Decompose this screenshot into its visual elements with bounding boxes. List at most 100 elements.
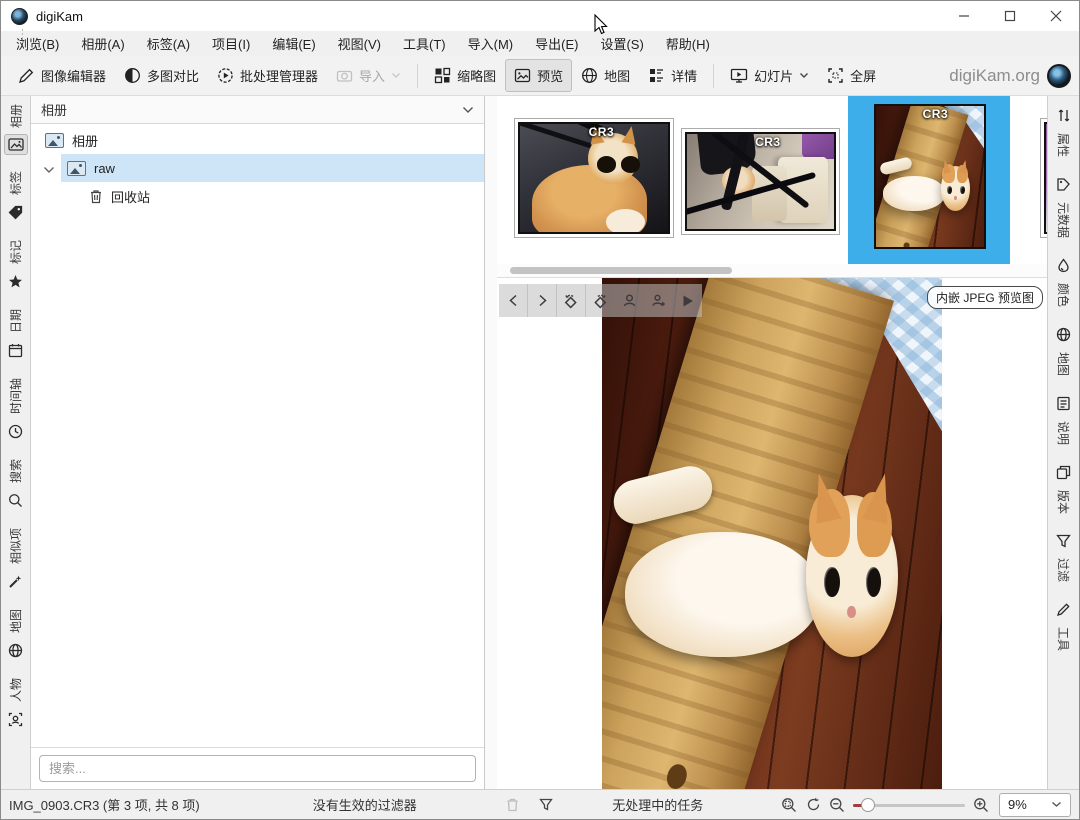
thumbnail-item-1[interactable]: CR3 — [514, 118, 674, 238]
format-badge: CR3 — [755, 135, 781, 149]
details-view-button[interactable]: 详情 — [639, 59, 706, 92]
menu-album[interactable]: 相册(A) — [70, 31, 135, 56]
minimize-button[interactable] — [941, 1, 987, 31]
slideshow-label: 幻灯片 — [754, 66, 793, 85]
zoom-slider[interactable] — [853, 798, 965, 812]
sidebar-tab-people[interactable]: 人物 — [4, 678, 27, 731]
sidebar-tab-colors[interactable]: 颜色 — [1052, 254, 1075, 307]
menu-tag[interactable]: 标签(A) — [136, 31, 201, 56]
light-table-label: 多图对比 — [147, 66, 199, 85]
menu-tools[interactable]: 工具(T) — [392, 31, 457, 56]
tree-row-trash[interactable]: 回收站 — [31, 182, 484, 210]
filter-funnel-icon[interactable] — [534, 798, 558, 811]
note-icon — [1052, 392, 1075, 415]
tag-icon — [4, 201, 27, 224]
menu-view[interactable]: 视图(V) — [327, 31, 392, 56]
sidebar-tab-label: 版本 — [1055, 490, 1072, 514]
show-face-tags-button[interactable] — [615, 284, 644, 317]
zoom-refresh-button[interactable] — [801, 797, 825, 812]
sidebar-tab-dates[interactable]: 日期 — [4, 309, 27, 362]
toolbar-separator — [713, 64, 714, 88]
slideshow-play-button[interactable] — [673, 284, 702, 317]
menu-edit[interactable]: 编辑(E) — [261, 31, 326, 56]
menu-item[interactable]: 项目(I) — [201, 31, 261, 56]
sidebar-tab-similarity[interactable]: 相似项 — [4, 528, 27, 593]
sidebar-tab-captions[interactable]: 说明 — [1052, 392, 1075, 445]
fullscreen-button[interactable]: 全屏 — [818, 59, 885, 92]
menu-browse[interactable]: 浏览(B) — [5, 31, 70, 56]
zoom-value: 9% — [1008, 797, 1027, 812]
sidebar-tab-label: 标记 — [7, 240, 24, 264]
thumbnail-scrollbar[interactable] — [497, 264, 1047, 277]
details-list-icon — [648, 67, 665, 84]
sidebar-tab-tags[interactable]: 标签 — [4, 171, 27, 224]
statusbar-file-info: IMG_0903.CR3 (第 3 项, 共 8 项) — [9, 795, 200, 814]
brand-text: digiKam.org — [949, 66, 1040, 86]
image-editor-button[interactable]: 图像编辑器 — [9, 59, 115, 92]
wand-icon — [4, 570, 27, 593]
add-face-tag-button[interactable] — [644, 284, 673, 317]
menu-import[interactable]: 导入(M) — [457, 31, 525, 56]
maximize-button[interactable] — [987, 1, 1033, 31]
zoom-percentage-combobox[interactable]: 9% — [999, 793, 1071, 817]
sidebar-tab-label: 属性 — [1055, 133, 1072, 157]
batch-queue-button[interactable]: 批处理管理器 — [208, 59, 327, 92]
rotate-left-button[interactable] — [557, 284, 586, 317]
sidebar-tab-labels[interactable]: 标记 — [4, 240, 27, 293]
people-icon — [4, 708, 27, 731]
thumbnail-item-4-partial[interactable] — [1040, 118, 1047, 238]
panel-splitter[interactable] — [485, 96, 497, 789]
sidebar-tab-metadata[interactable]: 元数据 — [1052, 173, 1075, 238]
image-editor-label: 图像编辑器 — [41, 66, 106, 85]
map-view-button[interactable]: 地图 — [572, 59, 639, 92]
tree-row-albums-root[interactable]: 相册 — [31, 126, 484, 154]
album-search-input[interactable] — [39, 755, 476, 782]
zoom-out-button[interactable] — [825, 797, 849, 813]
menu-export[interactable]: 导出(E) — [524, 31, 589, 56]
right-sidebar-tabbar: 属性 元数据 颜色 地图 说明 版本 — [1047, 96, 1079, 789]
thumbnails-view-button[interactable]: 缩略图 — [425, 59, 505, 92]
sidebar-tab-tools[interactable]: 工具 — [1052, 598, 1075, 651]
sidebar-tab-properties[interactable]: 属性 — [1053, 104, 1075, 157]
sidebar-tab-map-right[interactable]: 地图 — [1052, 323, 1075, 376]
thumbnail-item-2[interactable]: CR3 — [681, 128, 840, 235]
statusbar-filter-status: 没有生效的过滤器 — [313, 795, 417, 814]
zoom-fit-button[interactable] — [777, 797, 801, 813]
sidebar-tab-timeline[interactable]: 时间轴 — [4, 378, 27, 443]
slideshow-button[interactable]: 幻灯片 — [721, 59, 818, 92]
album-panel-header[interactable]: 相册 — [31, 96, 484, 124]
play-icon — [681, 294, 695, 308]
import-button: 导入 — [327, 59, 410, 92]
sidebar-tab-filters[interactable]: 过滤 — [1052, 530, 1075, 582]
album-icon — [67, 161, 86, 176]
thumbnail-item-3-selected[interactable]: CR3 — [848, 96, 1010, 264]
rotate-right-icon — [592, 293, 608, 309]
rotate-right-button[interactable] — [586, 284, 615, 317]
previous-image-button[interactable] — [499, 284, 528, 317]
sidebar-tab-versions[interactable]: 版本 — [1052, 461, 1075, 514]
calendar-icon — [4, 339, 27, 362]
menu-help[interactable]: 帮助(H) — [655, 31, 721, 56]
album-panel-empty-area — [31, 210, 484, 747]
tree-selection-highlight — [61, 154, 484, 182]
sidebar-tab-label: 标签 — [7, 171, 24, 195]
sidebar-tab-albums[interactable]: 相册 — [4, 104, 28, 155]
thumbnail-photo: CR3 — [874, 104, 986, 249]
sidebar-tab-label: 颜色 — [1055, 283, 1072, 307]
next-image-button[interactable] — [528, 284, 557, 317]
close-button[interactable] — [1033, 1, 1079, 31]
light-table-button[interactable]: 多图对比 — [115, 59, 208, 92]
preview-image[interactable] — [602, 278, 942, 789]
zoom-in-button[interactable] — [969, 797, 993, 813]
slideshow-icon — [730, 67, 748, 84]
tree-row-raw[interactable]: raw — [31, 154, 484, 182]
menu-settings[interactable]: 设置(S) — [589, 31, 654, 56]
sidebar-tab-label: 搜索 — [7, 459, 24, 483]
sidebar-tab-label: 过滤 — [1055, 558, 1072, 582]
sidebar-tab-search[interactable]: 搜索 — [4, 459, 27, 512]
scrollbar-thumb[interactable] — [510, 267, 732, 274]
half-circle-icon — [124, 67, 141, 84]
sidebar-tab-map[interactable]: 地图 — [4, 609, 27, 662]
zoom-slider-handle[interactable] — [861, 798, 875, 812]
preview-view-button[interactable]: 预览 — [505, 59, 572, 92]
